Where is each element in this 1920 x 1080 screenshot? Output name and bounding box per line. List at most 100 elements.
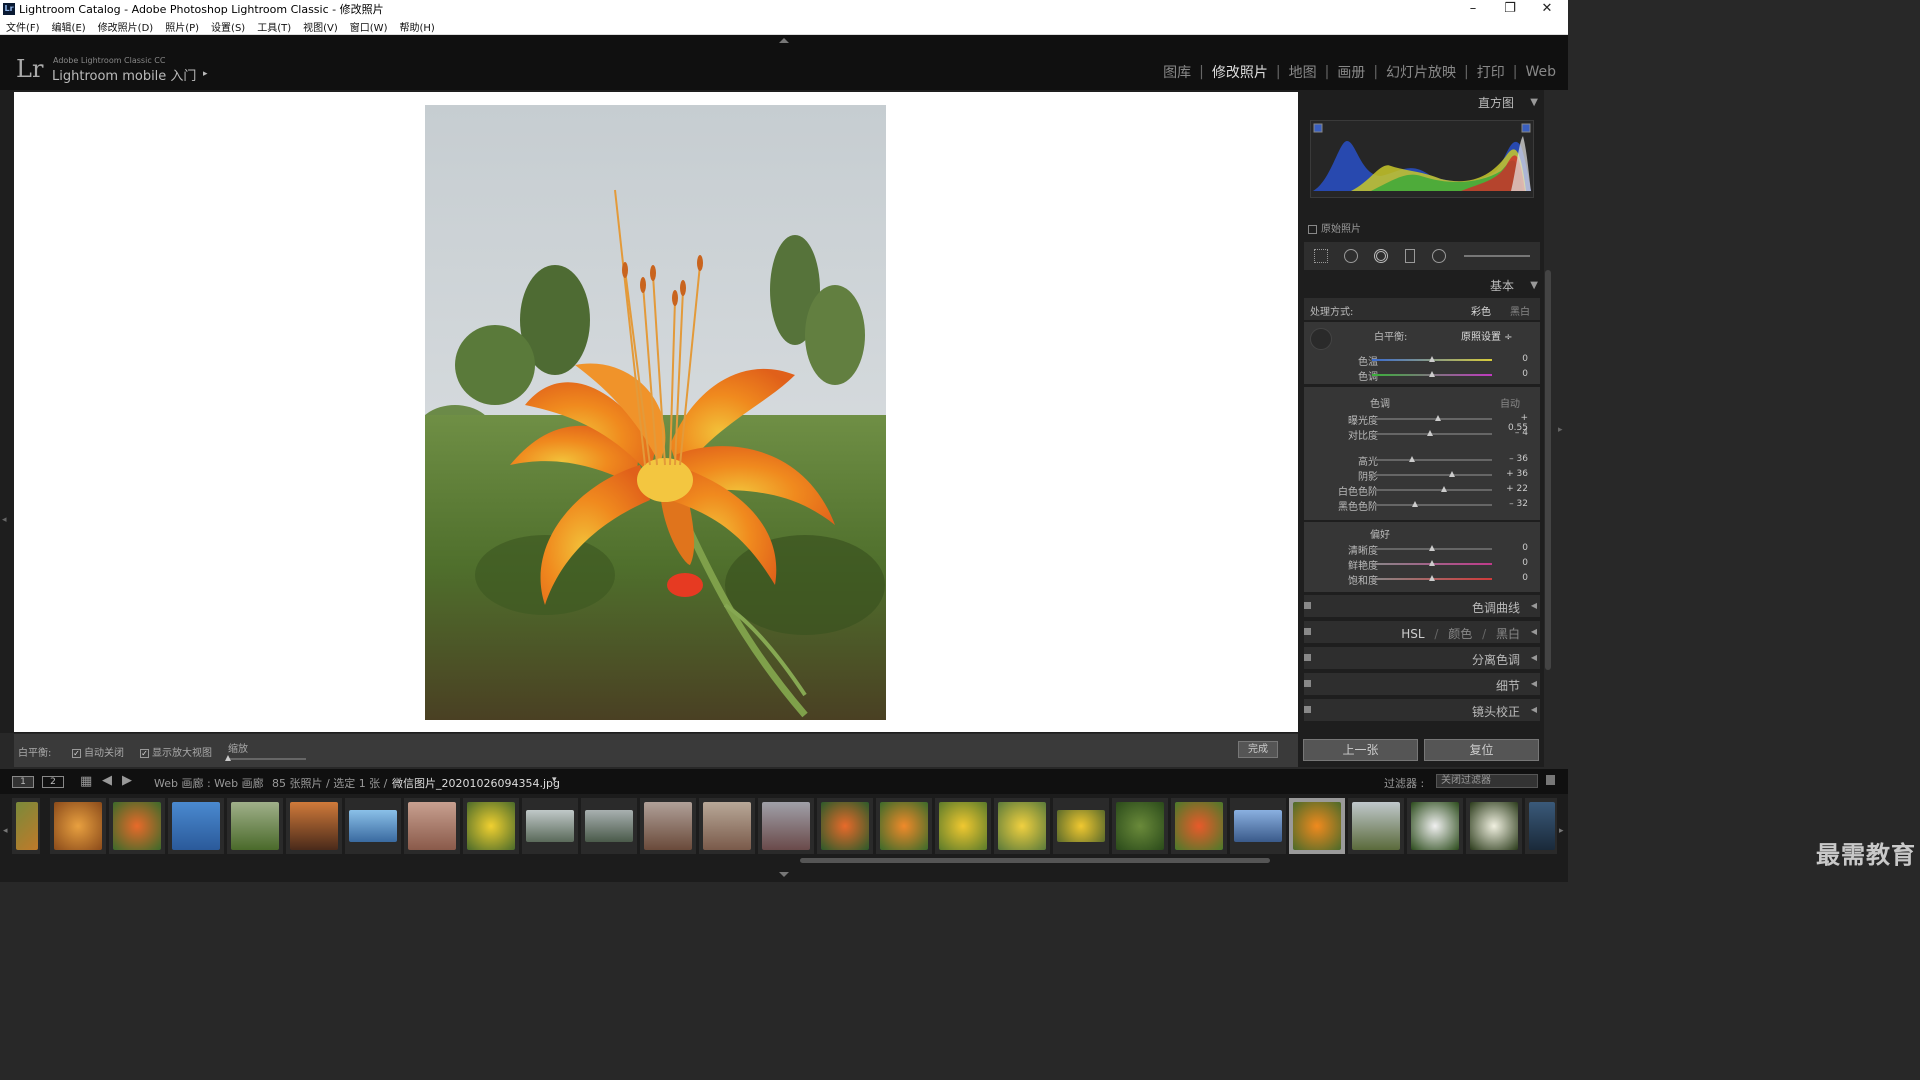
clarity-slider-thumb[interactable]	[1429, 545, 1435, 551]
tint-value[interactable]: 0	[1498, 369, 1528, 379]
histogram[interactable]	[1310, 120, 1534, 198]
treatment-color-option[interactable]: 彩色	[1471, 303, 1491, 318]
hsl-tab[interactable]: HSL	[1401, 627, 1424, 641]
whites-slider-thumb[interactable]	[1441, 486, 1447, 492]
shadows-value[interactable]: + 36	[1498, 469, 1528, 479]
panel-switch-icon[interactable]	[1304, 602, 1311, 609]
contrast-slider[interactable]	[1372, 430, 1492, 436]
menu-window[interactable]: 窗口(W)	[350, 19, 388, 34]
graduated-filter-icon[interactable]	[1405, 249, 1415, 263]
filmstrip-thumbnail[interactable]	[1407, 798, 1463, 854]
shadows-slider-thumb[interactable]	[1449, 471, 1456, 477]
vibrance-slider-thumb[interactable]	[1429, 560, 1435, 566]
filmstrip-thumbnail[interactable]	[876, 798, 932, 854]
tone-auto-button[interactable]: 自动	[1500, 395, 1520, 410]
adjustment-brush-icon[interactable]	[1464, 255, 1530, 257]
exposure-slider-thumb[interactable]	[1435, 415, 1441, 421]
vibrance-slider[interactable]	[1372, 560, 1492, 566]
filmstrip-thumbnail[interactable]	[1466, 798, 1522, 854]
play-arrow-icon[interactable]: ▸	[203, 69, 208, 79]
right-panel-scrollbar[interactable]	[1545, 270, 1551, 670]
filmstrip-thumbnail[interactable]	[1348, 798, 1404, 854]
contrast-slider-thumb[interactable]	[1426, 430, 1433, 436]
menu-photo[interactable]: 照片(P)	[165, 19, 199, 34]
filter-dropdown[interactable]: 关闭过滤器	[1436, 774, 1538, 788]
temp-slider[interactable]	[1372, 356, 1492, 362]
right-panel-toggle-icon[interactable]: ▸	[1558, 425, 1563, 435]
temp-slider-thumb[interactable]	[1429, 356, 1435, 362]
filmstrip-thumbnail[interactable]	[286, 798, 342, 854]
filmstrip-scrollbar[interactable]	[800, 858, 1270, 863]
module-print[interactable]: 打印	[1477, 62, 1505, 82]
treatment-bw-option[interactable]: 黑白	[1510, 303, 1530, 318]
filmstrip-thumbnail[interactable]	[12, 798, 40, 854]
filmstrip-thumbnail-selected[interactable]	[1289, 798, 1345, 854]
close-button[interactable]: ✕	[1529, 0, 1565, 18]
filmstrip-thumbnail[interactable]	[227, 798, 283, 854]
grid-view-icon[interactable]: ▦	[80, 774, 92, 789]
module-library[interactable]: 图库	[1163, 62, 1191, 82]
highlights-value[interactable]: – 36	[1498, 454, 1528, 464]
spot-removal-icon[interactable]	[1344, 249, 1358, 263]
menu-tools[interactable]: 工具(T)	[257, 19, 291, 34]
loupe-canvas[interactable]	[14, 92, 1298, 732]
done-button[interactable]: 完成	[1238, 741, 1278, 758]
histogram-header[interactable]: 直方图 ▼	[1298, 92, 1544, 114]
filmstrip-thumbnail[interactable]	[345, 798, 401, 854]
back-arrow-icon[interactable]: ◀	[102, 773, 112, 788]
vibrance-value[interactable]: 0	[1498, 558, 1528, 568]
collapse-top-panel-icon[interactable]	[779, 38, 789, 43]
wb-preset-dropdown[interactable]: 原照设置 ÷	[1461, 328, 1513, 343]
filmstrip-thumbnail[interactable]	[1053, 798, 1109, 854]
exposure-slider[interactable]	[1372, 415, 1492, 421]
menu-settings[interactable]: 设置(S)	[211, 19, 245, 34]
tone-curve-panel-header[interactable]: 色调曲线 ◀	[1304, 595, 1540, 617]
collapse-triangle-icon[interactable]: ▼	[1530, 92, 1538, 114]
filmstrip-thumbnail[interactable]	[935, 798, 991, 854]
highlights-slider-thumb[interactable]	[1408, 456, 1415, 462]
scroll-left-icon[interactable]: ◂	[3, 826, 8, 836]
restore-button[interactable]: ❐	[1492, 0, 1528, 18]
filmstrip-thumbnail[interactable]	[1171, 798, 1227, 854]
primary-display-button[interactable]: 1	[12, 776, 34, 788]
menu-edit[interactable]: 编辑(E)	[52, 19, 86, 34]
zoom-slider[interactable]	[225, 755, 306, 761]
filmstrip-thumbnail[interactable]	[699, 798, 755, 854]
panel-switch-icon[interactable]	[1304, 706, 1311, 713]
filmstrip-thumbnail[interactable]	[758, 798, 814, 854]
basic-header[interactable]: 基本 ▼	[1298, 275, 1544, 297]
show-loupe-checkbox[interactable]: ✓ 显示放大视图	[140, 744, 212, 759]
collapse-triangle-icon[interactable]: ▼	[1530, 275, 1538, 297]
filmstrip-thumbnail[interactable]	[404, 798, 460, 854]
filmstrip-thumbnail[interactable]	[817, 798, 873, 854]
color-tab[interactable]: 颜色	[1448, 627, 1472, 641]
crop-overlay-icon[interactable]	[1314, 249, 1328, 263]
temp-value[interactable]: 0	[1498, 354, 1528, 364]
saturation-slider-thumb[interactable]	[1429, 575, 1435, 581]
detail-panel-header[interactable]: 细节 ◀	[1304, 673, 1540, 695]
photo-preview[interactable]	[425, 105, 886, 720]
filter-lock-icon[interactable]	[1546, 775, 1555, 785]
current-filename[interactable]: 微信图片_20201026094354.jpg	[392, 775, 560, 791]
tint-slider-thumb[interactable]	[1429, 371, 1435, 377]
zoom-slider-thumb[interactable]	[225, 755, 231, 761]
scroll-right-icon[interactable]: ▸	[1559, 826, 1564, 836]
reset-button[interactable]: 复位	[1424, 739, 1539, 761]
filmstrip-thumbnail[interactable]	[109, 798, 165, 854]
module-book[interactable]: 画册	[1337, 62, 1365, 82]
filmstrip-thumbnail[interactable]	[50, 798, 106, 854]
bw-tab[interactable]: 黑白	[1496, 627, 1520, 641]
filmstrip-thumbnail[interactable]	[1112, 798, 1168, 854]
split-toning-panel-header[interactable]: 分离色调 ◀	[1304, 647, 1540, 669]
red-eye-icon[interactable]	[1374, 249, 1388, 263]
filmstrip-thumbnail[interactable]	[463, 798, 519, 854]
filmstrip-thumbnail[interactable]	[640, 798, 696, 854]
minimize-button[interactable]: –	[1455, 0, 1491, 18]
module-develop[interactable]: 修改照片	[1212, 62, 1268, 82]
module-slideshow[interactable]: 幻灯片放映	[1386, 62, 1456, 82]
blacks-slider[interactable]	[1372, 501, 1492, 507]
module-map[interactable]: 地图	[1289, 62, 1317, 82]
forward-arrow-icon[interactable]: ▶	[122, 773, 132, 788]
highlights-slider[interactable]	[1372, 456, 1492, 462]
clarity-slider[interactable]	[1372, 545, 1492, 551]
